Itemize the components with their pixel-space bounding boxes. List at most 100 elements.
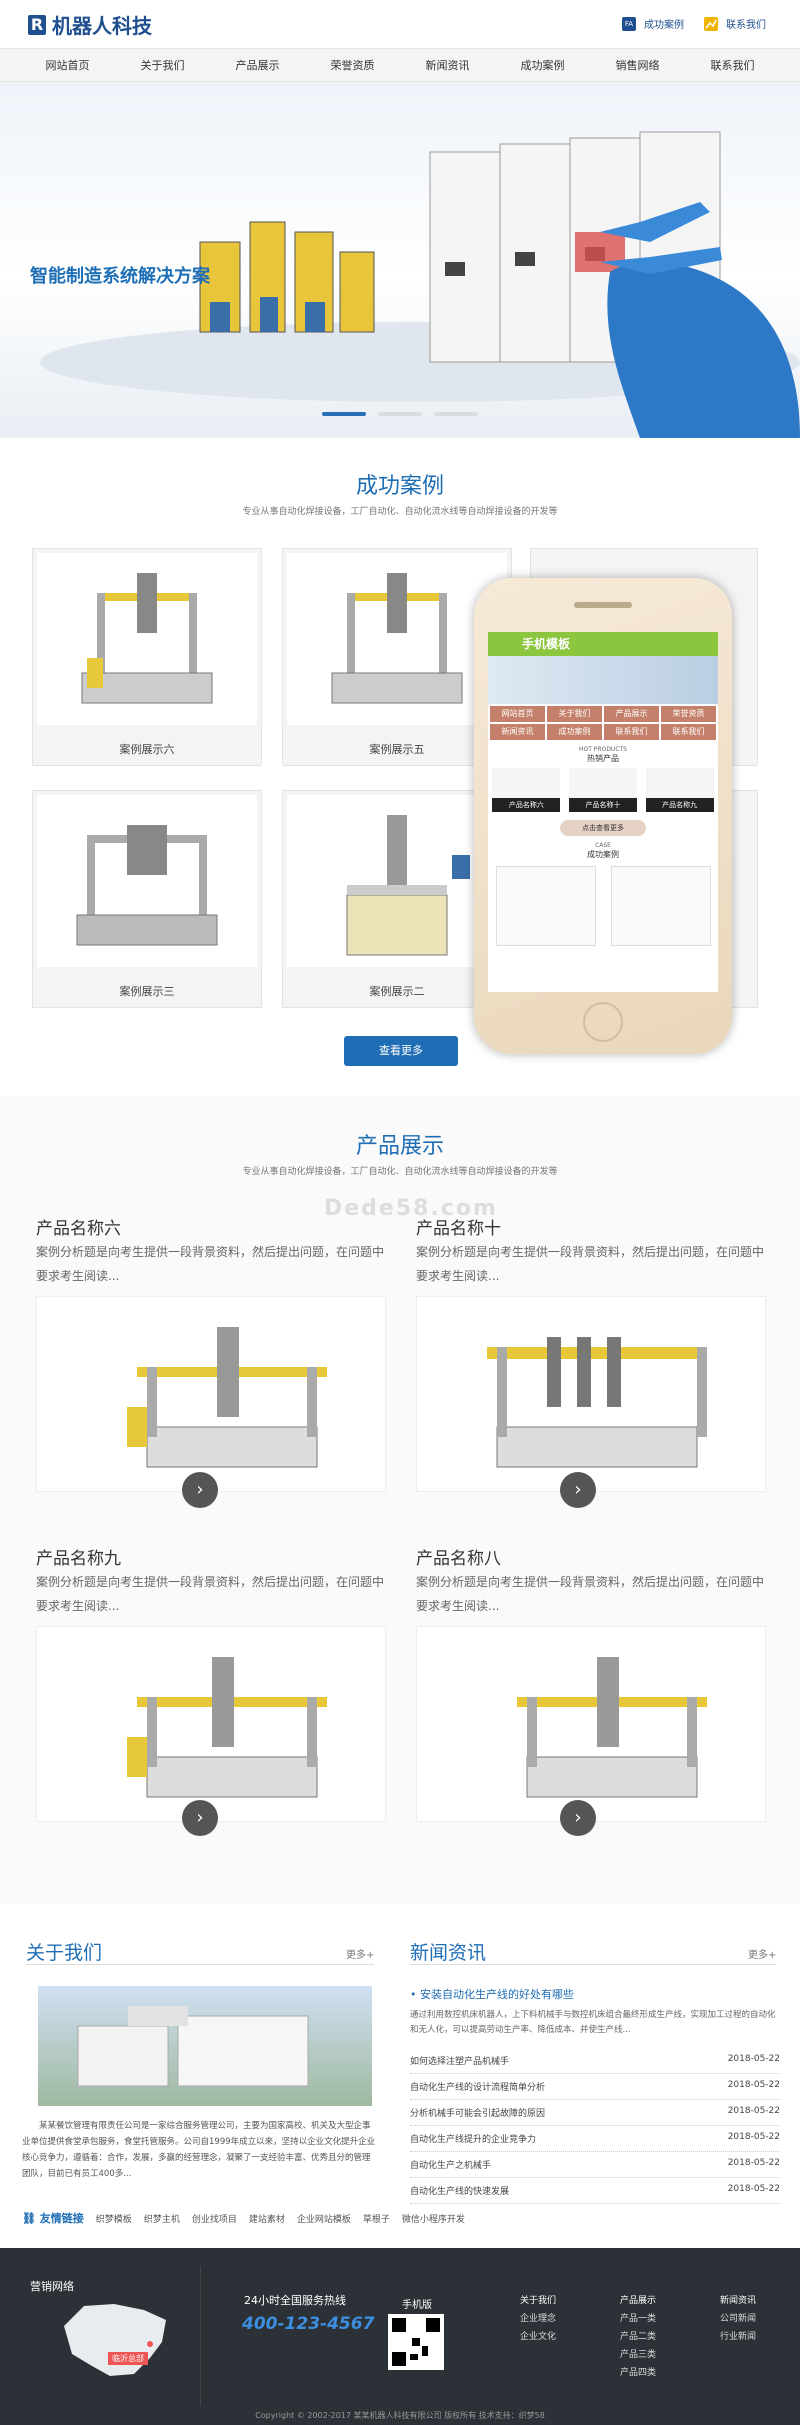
hero-banner[interactable]: 智能制造系统解决方案: [0, 82, 800, 438]
footer-col-link[interactable]: 公司新闻: [708, 2310, 768, 2328]
about-more-link[interactable]: 更多+: [346, 1946, 374, 1961]
product-name[interactable]: 产品名称八: [416, 1544, 501, 1569]
news-headline-text: 安装自动化生产线的好处有哪些: [420, 1988, 574, 2001]
friend-link[interactable]: 织梦主机: [144, 2212, 180, 2225]
product-desc: 案例分析题是向考生提供一段背景资料，然后提出问题，在问题中要求考生阅读...: [36, 1245, 385, 1283]
friend-link[interactable]: 微信小程序开发: [402, 2212, 465, 2225]
phone-product-label: 产品名称六: [492, 798, 561, 812]
friend-link[interactable]: 草根子: [363, 2212, 390, 2225]
header-link-contact[interactable]: 联系我们: [704, 16, 766, 31]
cases-more-button[interactable]: 查看更多: [344, 1036, 458, 1066]
product-name[interactable]: 产品名称六: [36, 1214, 121, 1239]
nav-item-home[interactable]: 网站首页: [46, 57, 90, 73]
product-name[interactable]: 产品名称十: [416, 1214, 501, 1239]
footer-col-title[interactable]: 关于我们: [508, 2292, 568, 2310]
header-link-cases[interactable]: FA 成功案例: [622, 16, 684, 31]
footer-col-link[interactable]: 产品三类: [608, 2346, 668, 2364]
slider-dot-1[interactable]: [322, 412, 366, 416]
nav-item-honors[interactable]: 荣誉资质: [331, 57, 375, 73]
footer-col: 产品展示 产品一类 产品二类 产品三类 产品四类: [608, 2292, 668, 2382]
nav-item-products[interactable]: 产品展示: [236, 57, 280, 73]
friend-links: ⛓ 友情链接 织梦模板 织梦主机 创业找项目 建站素材 企业网站模板 草根子 微…: [22, 2210, 778, 2226]
product-name[interactable]: 产品名称九: [36, 1544, 121, 1569]
friend-link[interactable]: 织梦模板: [96, 2212, 132, 2225]
footer-sales-title: 营销网络: [30, 2280, 74, 2293]
products-title: 产品展示: [355, 1134, 444, 1159]
footer-col-link[interactable]: 企业文化: [508, 2328, 568, 2346]
news-item-title: 自动化生产线的设计流程简单分析: [410, 2083, 546, 2093]
footer-col-link[interactable]: 产品一类: [608, 2310, 668, 2328]
news-item[interactable]: 自动化生产之机械手 2018-05-22: [410, 2152, 780, 2178]
nav-item-news[interactable]: 新闻资讯: [426, 57, 470, 73]
news-item[interactable]: 自动化生产线提升的企业竞争力 2018-05-22: [410, 2126, 780, 2152]
product-image[interactable]: [36, 1296, 386, 1492]
phone-menu-item[interactable]: 联系我们: [661, 724, 716, 740]
phone-mockup: 手机模板 网站首页 关于我们 产品展示 荣誉资质 新闻资讯 成功案例 联系我们 …: [474, 578, 732, 1054]
phone-product-label: 产品名称九: [645, 798, 714, 812]
case-card[interactable]: 案例展示三: [32, 790, 262, 1008]
footer-col-title[interactable]: 新闻资讯: [708, 2292, 768, 2310]
phone-menu-item[interactable]: 联系我们: [604, 724, 659, 740]
news-item-date: 2018-05-22: [727, 2158, 780, 2168]
phone-menu-item[interactable]: 关于我们: [547, 706, 602, 722]
phone-product[interactable]: 产品名称十: [568, 768, 637, 812]
friend-link[interactable]: 建站素材: [249, 2212, 285, 2225]
news-divider: [410, 1964, 776, 1965]
banner-illustration: [40, 131, 800, 438]
product-arrow-button[interactable]: ›: [560, 1800, 596, 1836]
link-icon: ⛓: [22, 2212, 40, 2225]
nav-item-sales[interactable]: 销售网络: [616, 57, 660, 73]
phone-more-button[interactable]: 点击查看更多: [560, 820, 646, 836]
phone-banner-image: [488, 656, 718, 704]
product-arrow-button[interactable]: ›: [182, 1472, 218, 1508]
phone-case-image[interactable]: [610, 866, 711, 946]
friend-link[interactable]: 创业找项目: [192, 2212, 237, 2225]
news-headline[interactable]: • 安装自动化生产线的好处有哪些: [410, 1986, 574, 2002]
news-item[interactable]: 如何选择注塑产品机械手 2018-05-22: [410, 2048, 780, 2074]
slider-dot-3[interactable]: [434, 412, 478, 416]
news-item[interactable]: 自动化生产线的快速发展 2018-05-22: [410, 2178, 780, 2204]
product-arrow-button[interactable]: ›: [182, 1800, 218, 1836]
about-divider: [26, 1964, 374, 1965]
nav-item-about[interactable]: 关于我们: [141, 57, 185, 73]
product-arrow-button[interactable]: ›: [560, 1472, 596, 1508]
friend-link[interactable]: 企业网站模板: [297, 2212, 351, 2225]
news-more-link[interactable]: 更多+: [748, 1946, 776, 1961]
footer-col-link[interactable]: 行业新闻: [708, 2328, 768, 2346]
phone-menu-item[interactable]: 产品展示: [604, 706, 659, 722]
products-subtitle: 专业从事自动化焊接设备，工厂自动化、自动化流水线等自动焊接设备的开发等: [242, 1167, 558, 1177]
site-logo[interactable]: R 机器人科技: [28, 10, 152, 39]
product-image[interactable]: [36, 1626, 386, 1822]
news-title: 新闻资讯: [410, 1942, 487, 1964]
phone-menu-item[interactable]: 荣誉资质: [661, 706, 716, 722]
news-item-date: 2018-05-22: [727, 2054, 780, 2064]
phone-product[interactable]: 产品名称九: [645, 768, 714, 812]
nav-item-contact[interactable]: 联系我们: [711, 57, 755, 73]
footer-col-link[interactable]: 产品二类: [608, 2328, 668, 2346]
phone-case-image[interactable]: [495, 866, 596, 946]
header-link-cases-label: 成功案例: [644, 20, 684, 31]
case-card[interactable]: 案例展示六: [32, 548, 262, 766]
about-text: 某某餐饮管理有限责任公司是一家综合服务管理公司，主要为国家高校、机关及大型企事业…: [22, 2121, 376, 2179]
case-label: 案例展示六: [119, 743, 175, 756]
footer-col-link[interactable]: 企业理念: [508, 2310, 568, 2328]
news-item[interactable]: 分析机械手可能会引起故障的原因 2018-05-22: [410, 2100, 780, 2126]
hotline-number[interactable]: 400-123-4567: [242, 2314, 374, 2334]
phone-case-cn: 成功案例: [587, 850, 619, 859]
nav-item-cases[interactable]: 成功案例: [521, 57, 565, 73]
phone-menu-item[interactable]: 网站首页: [490, 706, 545, 722]
phone-menu-item[interactable]: 新闻资讯: [490, 724, 545, 740]
footer-col-link[interactable]: 产品四类: [608, 2364, 668, 2382]
product-image[interactable]: [416, 1626, 766, 1822]
slider-dot-2[interactable]: [378, 412, 422, 416]
footer-col-title[interactable]: 产品展示: [608, 2292, 668, 2310]
news-item-date: 2018-05-22: [727, 2184, 780, 2194]
logo-mark: R: [28, 14, 46, 35]
phone-menu-item[interactable]: 成功案例: [547, 724, 602, 740]
news-item[interactable]: 自动化生产线的设计流程简单分析 2018-05-22: [410, 2074, 780, 2100]
product-desc: 案例分析题是向考生提供一段背景资料，然后提出问题，在问题中要求考生阅读...: [416, 1575, 765, 1613]
case-image: [37, 795, 257, 967]
phone-product[interactable]: 产品名称六: [492, 768, 561, 812]
chart-icon: [704, 16, 718, 31]
product-image[interactable]: [416, 1296, 766, 1492]
